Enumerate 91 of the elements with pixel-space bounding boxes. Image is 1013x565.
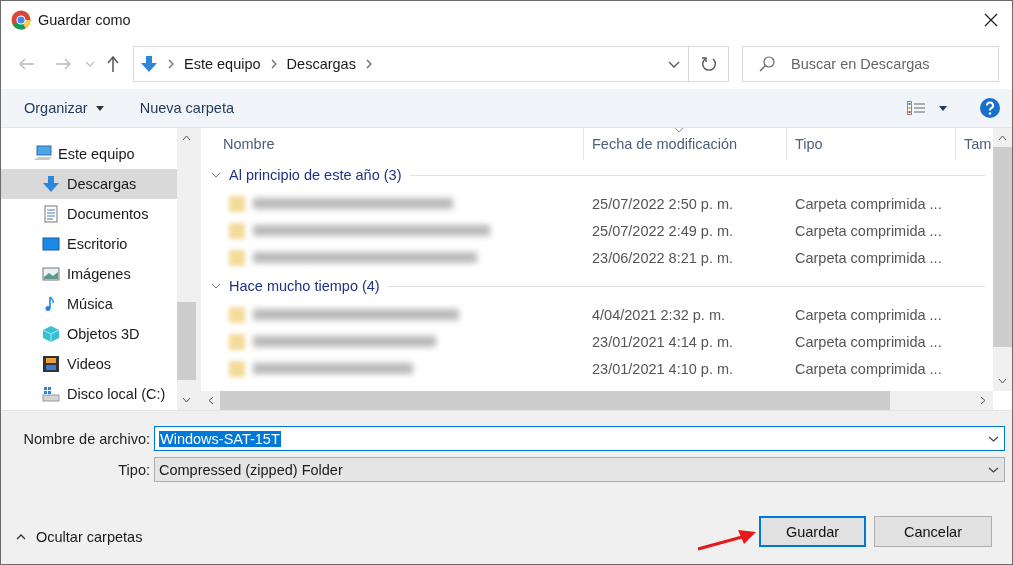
scrollbar[interactable] [177,128,196,410]
sidebar-item[interactable]: Este equipo [1,139,177,169]
column-header[interactable]: Tam [956,128,992,160]
caret-icon [939,105,947,111]
document-icon [42,205,60,223]
dropdown-caret-icon[interactable] [668,60,680,68]
field-label: Tipo: [117,461,151,478]
folder-icon [229,222,245,239]
picture-icon [42,265,60,283]
folder-icon [229,249,245,266]
sidebar-item[interactable]: Disco local (C:) [1,379,177,409]
expand-caret-icon[interactable] [211,283,221,289]
chevron-icon [270,59,277,69]
desktop-icon [42,235,60,253]
sidebar-item[interactable]: Objetos 3D [1,319,177,349]
window-title: Guardar como [38,12,131,28]
scroll-right-icon[interactable] [981,396,986,405]
sidebar-item[interactable]: Videos [1,349,177,379]
cube-icon [42,325,60,343]
expand-caret-icon[interactable] [211,172,221,178]
column-header[interactable]: Tipo [787,128,956,160]
scrollbar[interactable] [201,391,993,410]
table-cell-text: 25/07/2022 2:50 p. m. [591,194,735,214]
dropdown-caret-icon [988,435,999,442]
film-icon [42,355,60,373]
folder-icon [229,306,245,323]
file-type-dropdown[interactable]: Compressed (zipped) Folder [154,457,1005,482]
list-view-icon [907,101,925,115]
sidebar-item[interactable]: Música [1,289,177,319]
breadcrumb-item[interactable]: Este equipo [184,56,261,72]
close-icon[interactable] [984,13,998,27]
download-arrow-icon [140,55,158,73]
table-cell-text: Carpeta comprimida ... [794,194,943,214]
column-header[interactable]: Fecha de modificación [584,128,787,160]
download-arrow-icon [42,175,60,193]
dropdown-caret-icon [988,466,999,473]
sidebar-item[interactable]: Escritorio [1,229,177,259]
scroll-thumb[interactable] [993,147,1012,347]
scroll-thumb[interactable] [220,391,890,410]
folder-icon [229,195,245,212]
refresh-icon [700,56,717,72]
table-cell-text: 23/01/2021 4:10 p. m. [591,359,735,379]
search-field[interactable]: Buscar en Descargas [742,46,999,82]
search-icon [759,56,775,72]
new-folder-button[interactable]: Nueva carpeta [139,100,234,116]
scroll-thumb[interactable] [177,302,196,380]
group-header[interactable]: Al principio de este año (3) [229,167,402,183]
table-cell-text: 23/06/2022 8:21 p. m. [591,248,735,268]
hide-folders-button[interactable]: Ocultar carpetas [16,528,143,545]
table-cell-text: Carpeta comprimida ... [794,359,943,379]
table-cell-text: Carpeta comprimida ... [794,332,943,352]
scroll-left-icon[interactable] [208,396,213,405]
drive-icon [42,385,60,403]
save-button[interactable]: Guardar [759,516,866,547]
scroll-down-icon[interactable] [998,379,1007,384]
cancel-button[interactable]: Cancelar [874,516,992,547]
caret-icon [95,105,104,111]
group-header[interactable]: Hace mucho tiempo (4) [229,278,380,294]
table-cell-text: 4/04/2021 2:32 p. m. [591,305,726,325]
table-cell-text: Carpeta comprimida ... [794,221,943,241]
sidebar-item[interactable]: Descargas [1,169,177,199]
scroll-down-icon[interactable] [182,398,191,403]
view-options-button[interactable] [907,101,947,115]
table-cell-text: Carpeta comprimida ... [794,305,943,325]
search-input[interactable]: Buscar en Descargas [791,47,998,81]
annotation-arrow [696,529,758,551]
up-arrow-icon[interactable] [107,56,119,72]
breadcrumb-item[interactable]: Descargas [286,56,356,72]
chevron-icon [365,59,372,69]
field-label: Nombre de archivo: [22,430,151,447]
computer-icon [34,145,52,163]
folder-icon [229,360,245,377]
table-cell-text: 23/01/2021 4:14 p. m. [591,332,735,352]
column-header[interactable]: Nombre [201,128,584,160]
sort-indicator-icon [674,128,684,133]
table-cell-text: Carpeta comprimida ... [794,248,943,268]
sidebar-item[interactable]: Documentos [1,199,177,229]
organize-button[interactable]: Organizar [24,100,104,116]
app-logo-icon [11,10,31,30]
chevron-icon [168,59,174,69]
filename-field[interactable]: Windows-SAT-15T [154,426,1005,451]
scroll-up-icon[interactable] [998,135,1007,140]
scrollbar[interactable] [993,128,1012,391]
table-cell-text: 25/07/2022 2:49 p. m. [591,221,735,241]
refresh-button[interactable] [689,46,729,82]
folder-icon [229,333,245,350]
scroll-up-icon[interactable] [182,135,191,140]
help-icon[interactable] [980,98,1000,118]
address-bar[interactable]: Este equipo Descargas [133,46,689,82]
sidebar-item[interactable]: Imágenes [1,259,177,289]
caret-up-icon [16,533,26,540]
